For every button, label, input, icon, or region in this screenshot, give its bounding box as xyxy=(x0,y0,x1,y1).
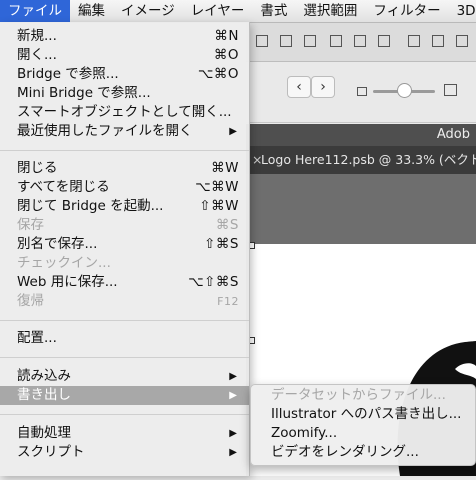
menu-item-open-recent[interactable]: 最近使用したファイルを開く ▶ xyxy=(0,122,249,141)
menu-type[interactable]: 書式 xyxy=(252,0,295,22)
menu-item-close-go-bridge[interactable]: 閉じて Bridge を起動... ⇧⌘W xyxy=(0,197,249,216)
submenu-arrow-icon: ▶ xyxy=(229,428,237,439)
align-top-icon[interactable] xyxy=(256,35,268,47)
export-submenu: データセットからファイル... Illustrator へのパス書き出し... … xyxy=(250,384,476,466)
menu-item-open[interactable]: 開く... ⌘O xyxy=(0,46,249,65)
large-thumbnail-icon xyxy=(444,84,457,96)
align-vcenter-icon[interactable] xyxy=(280,35,292,47)
shortcut: ⌘N xyxy=(214,28,239,44)
shortcut: ⇧⌘W xyxy=(199,198,239,214)
menu-separator xyxy=(0,357,249,358)
shortcut: ⌘S xyxy=(215,217,239,233)
menu-filter[interactable]: フィルター xyxy=(365,0,448,22)
menu-item-place[interactable]: 配置... xyxy=(0,329,249,348)
back-button[interactable]: ‹ xyxy=(287,76,311,98)
menu-item-label: チェックイン... xyxy=(17,255,111,271)
menu-item-label: スマートオブジェクトとして開く... xyxy=(17,104,232,120)
distribute-top-icon[interactable] xyxy=(408,35,420,47)
menu-item-import[interactable]: 読み込み ▶ xyxy=(0,367,249,386)
menu-item-label: 復帰 xyxy=(17,293,44,309)
submenu-item-render-video[interactable]: ビデオをレンダリング... xyxy=(271,443,419,462)
menu-item-browse-bridge[interactable]: Bridge で参照... ⌥⌘O xyxy=(0,65,249,84)
menu-item-label: 別名で保存... xyxy=(17,236,98,252)
menu-item-label: 閉じて Bridge を起動... xyxy=(17,198,164,214)
submenu-arrow-icon: ▶ xyxy=(229,371,237,382)
document-tab-title[interactable]: Logo Here112.psb @ 33.3% (ベクトル xyxy=(261,146,476,174)
menu-item-label: スクリプト xyxy=(17,444,85,460)
menu-item-export[interactable]: 書き出し ▶ xyxy=(0,386,249,405)
menu-item-close[interactable]: 閉じる ⌘W xyxy=(0,159,249,178)
menu-item-label: 開く... xyxy=(17,47,57,63)
shortcut: ⌘O xyxy=(213,47,239,63)
menu-edit[interactable]: 編集 xyxy=(70,0,113,22)
menu-item-save-as[interactable]: 別名で保存... ⇧⌘S xyxy=(0,235,249,254)
menu-item-label: 読み込み xyxy=(17,368,71,384)
menu-layer[interactable]: レイヤー xyxy=(183,0,253,22)
app-title-bar: Adob xyxy=(246,124,476,146)
menu-item-label: 最近使用したファイルを開く xyxy=(17,123,193,139)
distribute-vcenter-icon[interactable] xyxy=(432,35,444,47)
menu-file[interactable]: ファイル xyxy=(0,0,70,22)
submenu-arrow-icon: ▶ xyxy=(229,390,237,401)
menu-item-save: 保存 ⌘S xyxy=(0,216,249,235)
file-menu: 新規... ⌘N 開く... ⌘O Bridge で参照... ⌥⌘O Mini… xyxy=(0,22,250,476)
menu-item-revert: 復帰 F12 xyxy=(0,292,249,311)
menu-separator xyxy=(0,414,249,415)
forward-button[interactable]: › xyxy=(311,76,335,98)
menu-item-label: 配置... xyxy=(17,330,57,346)
menu-item-open-smart-object[interactable]: スマートオブジェクトとして開く... xyxy=(0,103,249,122)
menu-item-label: Web 用に保存... xyxy=(17,274,118,290)
shortcut: ⌥⌘O xyxy=(197,66,239,82)
align-left-icon[interactable] xyxy=(330,35,342,47)
align-right-icon[interactable] xyxy=(378,35,390,47)
submenu-item-zoomify[interactable]: Zoomify... xyxy=(271,424,337,443)
menu-item-save-for-web[interactable]: Web 用に保存... ⌥⇧⌘S xyxy=(0,273,249,292)
options-bar xyxy=(246,23,476,62)
align-bottom-icon[interactable] xyxy=(304,35,316,47)
shortcut: ⌥⇧⌘S xyxy=(188,274,239,290)
menu-item-new[interactable]: 新規... ⌘N xyxy=(0,27,249,46)
menu-item-scripts[interactable]: スクリプト ▶ xyxy=(0,443,249,462)
submenu-arrow-icon: ▶ xyxy=(229,447,237,458)
app-title: Adob xyxy=(436,127,470,142)
submenu-item-paths-to-illustrator[interactable]: Illustrator へのパス書き出し... xyxy=(271,405,461,424)
menu-item-check-in: チェックイン... xyxy=(0,254,249,273)
menu-item-label: 新規... xyxy=(17,28,57,44)
menu-item-label: すべてを閉じる xyxy=(17,179,110,195)
menu-separator xyxy=(0,150,249,151)
shortcut: ⇧⌘S xyxy=(204,236,239,252)
shortcut: F12 xyxy=(217,295,239,308)
small-thumbnail-icon xyxy=(357,87,367,96)
menu-item-label: 閉じる xyxy=(17,160,58,176)
submenu-item-data-sets-as-files: データセットからファイル... xyxy=(271,387,446,403)
menu-item-label: 書き出し xyxy=(17,387,71,403)
align-hcenter-icon[interactable] xyxy=(354,35,366,47)
shortcut: ⌘W xyxy=(211,160,239,176)
document-tab-bar: × Logo Here112.psb @ 33.3% (ベクトル xyxy=(246,146,476,174)
menu-item-automate[interactable]: 自動処理 ▶ xyxy=(0,424,249,443)
menu-select[interactable]: 選択範囲 xyxy=(295,0,365,22)
distribute-bottom-icon[interactable] xyxy=(456,35,468,47)
submenu-arrow-icon: ▶ xyxy=(229,126,237,137)
menu-bar: ファイル 編集 イメージ レイヤー 書式 選択範囲 フィルター 3D xyxy=(0,0,476,23)
menu-item-close-all[interactable]: すべてを閉じる ⌥⌘W xyxy=(0,178,249,197)
menu-item-label: 自動処理 xyxy=(17,425,71,441)
menu-item-browse-mini-bridge[interactable]: Mini Bridge で参照... xyxy=(0,84,249,103)
menu-item-label: Mini Bridge で参照... xyxy=(17,85,151,101)
menu-separator xyxy=(0,320,249,321)
shortcut: ⌥⌘W xyxy=(195,179,239,195)
menu-item-label: Bridge で参照... xyxy=(17,66,119,82)
menu-3d[interactable]: 3D xyxy=(449,0,476,22)
menu-item-label: 保存 xyxy=(17,217,44,233)
menu-image[interactable]: イメージ xyxy=(113,0,183,22)
zoom-slider-knob[interactable] xyxy=(397,83,412,98)
